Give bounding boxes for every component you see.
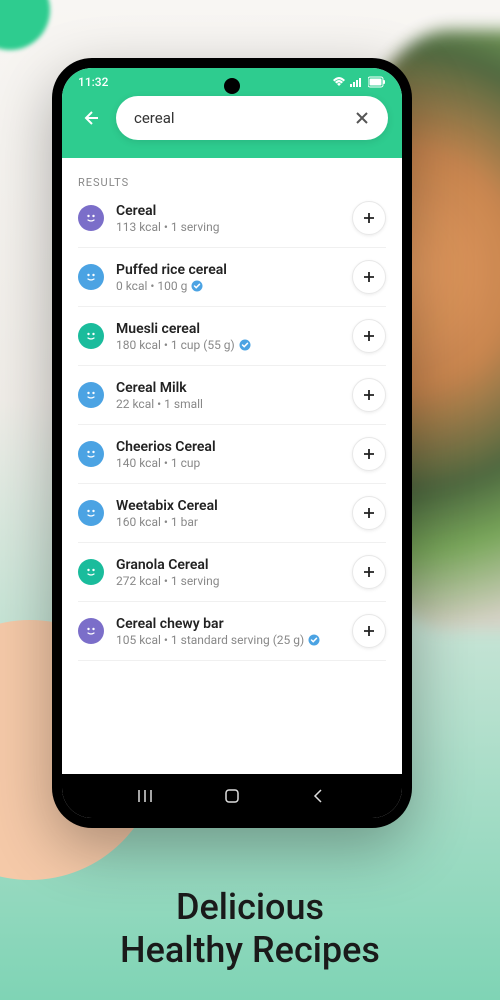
signal-icon: [350, 76, 364, 88]
plus-icon: [362, 565, 376, 579]
list-item[interactable]: Granola Cereal272 kcal • 1 serving: [78, 543, 386, 602]
plus-icon: [362, 388, 376, 402]
item-name: Puffed rice cereal: [116, 262, 340, 278]
list-item[interactable]: Muesli cereal180 kcal • 1 cup (55 g): [78, 307, 386, 366]
item-name: Weetabix Cereal: [116, 498, 340, 514]
results-section: RESULTS Cereal113 kcal • 1 serving Puffed…: [62, 158, 402, 661]
list-item[interactable]: Cereal113 kcal • 1 serving: [78, 193, 386, 248]
phone-frame: 11:32 cereal RESUL: [52, 58, 412, 828]
tagline-line-1: Delicious: [0, 886, 500, 929]
list-item[interactable]: Weetabix Cereal160 kcal • 1 bar: [78, 484, 386, 543]
item-subtitle: 22 kcal • 1 small: [116, 397, 340, 411]
plus-icon: [362, 624, 376, 638]
item-subtitle: 160 kcal • 1 bar: [116, 515, 340, 529]
plus-icon: [362, 329, 376, 343]
food-face-icon: [78, 205, 104, 231]
item-name: Cereal: [116, 203, 340, 219]
verified-icon: [191, 280, 203, 292]
wifi-icon: [332, 76, 346, 88]
search-input[interactable]: cereal: [116, 96, 388, 140]
food-face-icon: [78, 323, 104, 349]
food-face-icon: [78, 382, 104, 408]
battery-icon: [368, 76, 386, 88]
plus-icon: [362, 447, 376, 461]
tagline-line-2: Healthy Recipes: [0, 929, 500, 972]
item-text: Weetabix Cereal160 kcal • 1 bar: [116, 498, 340, 529]
add-button[interactable]: [352, 378, 386, 412]
item-text: Puffed rice cereal0 kcal • 100 g: [116, 262, 340, 293]
arrow-left-icon: [80, 108, 100, 128]
item-name: Granola Cereal: [116, 557, 340, 573]
add-button[interactable]: [352, 319, 386, 353]
search-row: cereal: [62, 96, 402, 140]
item-subtitle: 180 kcal • 1 cup (55 g): [116, 338, 340, 352]
item-name: Cereal Milk: [116, 380, 340, 396]
item-name: Muesli cereal: [116, 321, 340, 337]
back-button[interactable]: [76, 104, 104, 132]
item-text: Cereal Milk22 kcal • 1 small: [116, 380, 340, 411]
close-icon: [354, 110, 370, 126]
list-item[interactable]: Puffed rice cereal0 kcal • 100 g: [78, 248, 386, 307]
item-subtitle: 0 kcal • 100 g: [116, 279, 340, 293]
camera-notch: [224, 78, 240, 94]
list-item[interactable]: Cereal Milk22 kcal • 1 small: [78, 366, 386, 425]
add-button[interactable]: [352, 555, 386, 589]
list-item[interactable]: Cereal chewy bar105 kcal • 1 standard se…: [78, 602, 386, 661]
search-query: cereal: [134, 109, 348, 127]
plus-icon: [362, 270, 376, 284]
plus-icon: [362, 506, 376, 520]
plus-icon: [362, 211, 376, 225]
verified-icon: [239, 339, 251, 351]
phone-screen: 11:32 cereal RESUL: [62, 68, 402, 818]
item-text: Cheerios Cereal140 kcal • 1 cup: [116, 439, 340, 470]
list-item[interactable]: Cheerios Cereal140 kcal • 1 cup: [78, 425, 386, 484]
item-subtitle: 113 kcal • 1 serving: [116, 220, 340, 234]
clear-search-button[interactable]: [348, 104, 376, 132]
nav-back-button[interactable]: [310, 787, 328, 805]
tagline: Delicious Healthy Recipes: [0, 886, 500, 972]
food-face-icon: [78, 618, 104, 644]
add-button[interactable]: [352, 260, 386, 294]
android-nav-bar: [62, 774, 402, 818]
add-button[interactable]: [352, 614, 386, 648]
results-list: Cereal113 kcal • 1 serving Puffed rice ce…: [78, 193, 386, 661]
recents-icon: [136, 787, 154, 805]
item-name: Cheerios Cereal: [116, 439, 340, 455]
item-text: Cereal113 kcal • 1 serving: [116, 203, 340, 234]
food-face-icon: [78, 441, 104, 467]
item-text: Muesli cereal180 kcal • 1 cup (55 g): [116, 321, 340, 352]
home-icon: [223, 787, 241, 805]
item-text: Cereal chewy bar105 kcal • 1 standard se…: [116, 616, 340, 647]
add-button[interactable]: [352, 201, 386, 235]
item-text: Granola Cereal272 kcal • 1 serving: [116, 557, 340, 588]
results-heading: RESULTS: [78, 176, 386, 189]
add-button[interactable]: [352, 437, 386, 471]
food-face-icon: [78, 559, 104, 585]
food-face-icon: [78, 500, 104, 526]
item-name: Cereal chewy bar: [116, 616, 340, 632]
food-face-icon: [78, 264, 104, 290]
nav-recents-button[interactable]: [136, 787, 154, 805]
status-time: 11:32: [78, 75, 108, 89]
status-icons: [332, 76, 386, 88]
verified-icon: [308, 634, 320, 646]
add-button[interactable]: [352, 496, 386, 530]
item-subtitle: 140 kcal • 1 cup: [116, 456, 340, 470]
chevron-left-icon: [310, 787, 328, 805]
item-subtitle: 272 kcal • 1 serving: [116, 574, 340, 588]
nav-home-button[interactable]: [223, 787, 241, 805]
item-subtitle: 105 kcal • 1 standard serving (25 g): [116, 633, 340, 647]
